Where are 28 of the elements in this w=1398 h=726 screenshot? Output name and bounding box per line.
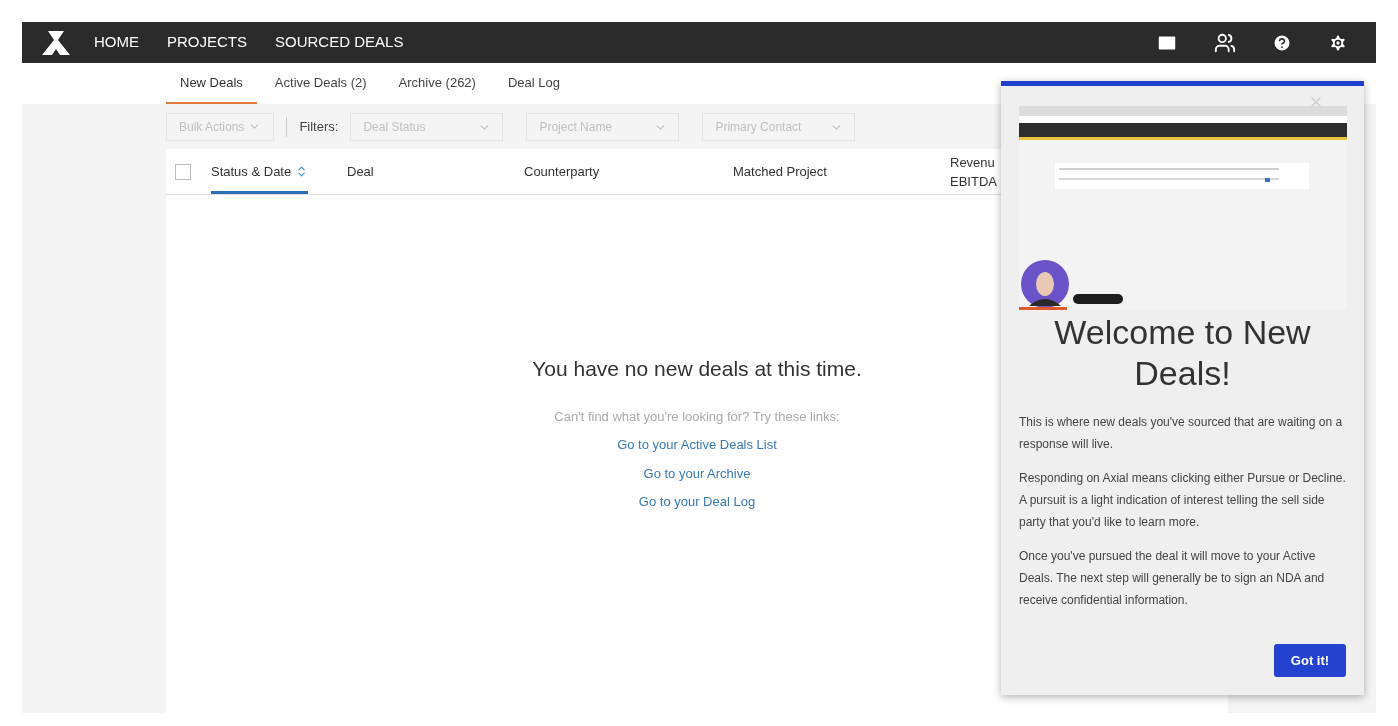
empty-state-title: You have no new deals at this time. (532, 356, 862, 382)
tab[interactable]: Deal Log (493, 63, 574, 104)
popover-paragraph: Responding on Axial means clicking either Pursue or Decline. A pursuit is a light indication of interest telling the sell side party that you'd like to learn more. (1019, 470, 1346, 531)
people-icon[interactable] (1214, 31, 1236, 54)
tab[interactable]: Active Deals (2) (260, 63, 381, 104)
column-header[interactable]: Matched Project (733, 149, 827, 194)
popover-paragraph: Once you've pursued the deal it will move to your Active Deals. The next step will generally be to sign an NDA and receive confidential information. (1019, 548, 1326, 609)
column-header[interactable]: Counterparty (524, 149, 600, 194)
filters-label: Filters: (299, 117, 339, 136)
column-header[interactable]: Status & Date (211, 149, 309, 194)
settings-icon[interactable] (1328, 32, 1348, 53)
select-all-checkbox[interactable] (175, 163, 191, 180)
empty-state-hint: Can't find what you're looking for? Try these links: (554, 407, 840, 426)
tab[interactable]: New Deals (166, 63, 257, 104)
link[interactable]: Go to your Active Deals List (617, 435, 777, 455)
column-header[interactable]: Revenu EBITDA (950, 149, 997, 194)
popover-title: Welcome to New Deals! (1053, 312, 1312, 394)
nav-link[interactable]: SOURCED DEALS (275, 31, 404, 54)
help-icon[interactable] (1272, 32, 1292, 53)
link[interactable]: Go to your Deal Log (638, 492, 756, 512)
column-header[interactable]: Deal (347, 149, 374, 194)
nav-link[interactable]: HOME (94, 31, 139, 54)
nav-link[interactable]: PROJECTS (167, 31, 247, 54)
link[interactable]: Go to your Archive (643, 463, 751, 483)
got-it-button[interactable]: Got it! (1274, 644, 1346, 677)
logo-icon[interactable] (42, 30, 70, 55)
popover-paragraph: This is where new deals you've sourced that are waiting on a response will live. (1019, 414, 1344, 453)
tab[interactable]: Archive (262) (384, 63, 490, 104)
